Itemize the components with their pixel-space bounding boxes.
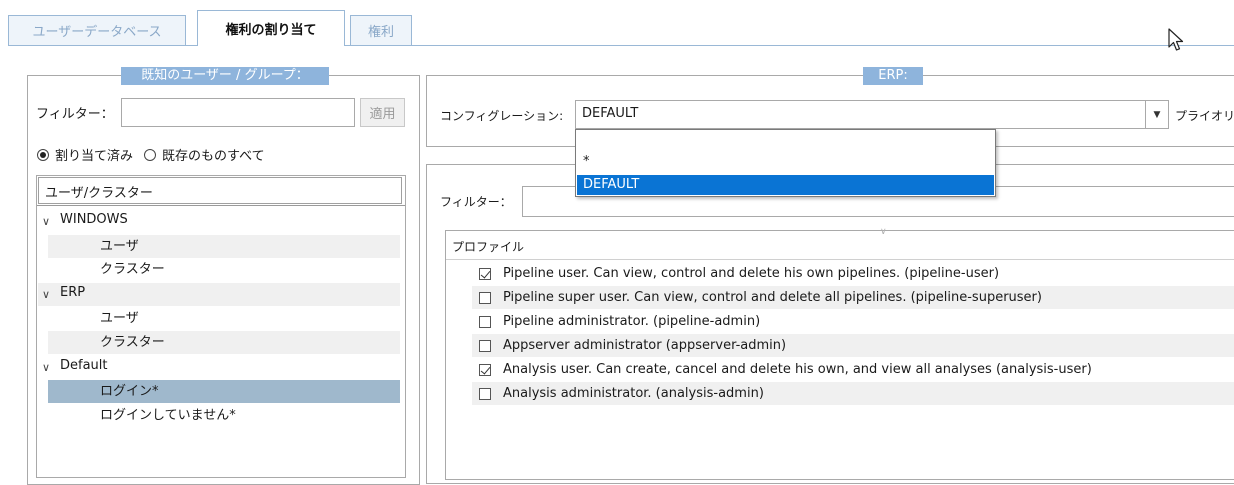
known-users-legend: 既知のユーザー / グループ： <box>121 67 329 85</box>
tree-row[interactable]: ログインしていません* <box>48 404 400 427</box>
dropdown-arrow-button[interactable]: ▼ <box>1145 101 1168 128</box>
dropdown-option-label: * <box>583 154 590 169</box>
profile-checkbox[interactable] <box>479 292 491 304</box>
profile-row[interactable]: Pipeline super user. Can view, control a… <box>472 286 1234 309</box>
tree-node-erp[interactable]: ERP <box>60 285 85 300</box>
chevron-down-icon: ▼ <box>1153 109 1161 120</box>
profile-row[interactable]: Pipeline user. Can view, control and del… <box>472 262 1234 285</box>
tree-node-erp-clusters: クラスター <box>100 335 165 350</box>
tree-row-selected[interactable]: ログイン* <box>48 380 400 403</box>
radio-all-existing-label: 既存のものすべて <box>162 149 265 164</box>
radio-assigned[interactable] <box>37 149 49 161</box>
profile-label: Pipeline super user. Can view, control a… <box>503 290 1042 305</box>
radio-all-existing[interactable] <box>144 149 156 161</box>
profile-row[interactable]: Appserver administrator (appserver-admin… <box>472 334 1234 357</box>
tree-node-login: ログイン* <box>100 384 159 399</box>
dropdown-option[interactable]: * <box>577 152 994 174</box>
configuration-select[interactable]: DEFAULT ▼ <box>575 100 1169 129</box>
apply-button[interactable]: 適用 <box>360 98 405 127</box>
profile-checkbox[interactable] <box>479 340 491 352</box>
profile-checkbox[interactable] <box>479 364 491 376</box>
profile-label: Pipeline administrator. (pipeline-admin) <box>503 314 761 329</box>
tab-strip-divider <box>8 45 1234 46</box>
tree-node-windows[interactable]: WINDOWS <box>60 212 128 227</box>
dropdown-option-selected[interactable]: DEFAULT <box>577 175 994 195</box>
tree-row[interactable]: ユーザ <box>48 307 400 330</box>
tab-label: ユーザーデータベース <box>32 25 162 40</box>
configuration-label: コンフィグレーション: <box>440 109 564 123</box>
profile-checkbox[interactable] <box>479 388 491 400</box>
tree-node-not-logged-in: ログインしていません* <box>100 408 236 423</box>
profile-checkbox[interactable] <box>479 316 491 328</box>
left-filter-label: フィルター： <box>36 107 114 122</box>
chevron-down-icon[interactable]: ∨ <box>42 288 50 301</box>
tree-header-label: ユーザ/クラスター <box>45 186 153 201</box>
profile-row[interactable]: Pipeline administrator. (pipeline-admin) <box>472 310 1234 333</box>
tab-user-database[interactable]: ユーザーデータベース <box>8 15 186 45</box>
erp-legend: ERP: <box>863 67 923 85</box>
configuration-value: DEFAULT <box>582 106 639 121</box>
mouse-cursor-icon <box>1168 28 1184 51</box>
tree-node-default[interactable]: Default <box>60 358 108 373</box>
tab-label: 権利 <box>367 25 394 40</box>
configuration-dropdown-list: * DEFAULT <box>575 129 996 197</box>
tree-row[interactable] <box>38 283 400 306</box>
tree-row[interactable]: クラスター <box>48 258 400 281</box>
sort-indicator-icon: ∨ <box>880 227 887 237</box>
profile-row[interactable]: Analysis administrator. (analysis-admin) <box>472 382 1234 405</box>
priority-label: プライオリテ <box>1175 109 1234 123</box>
tab-label: 権利の割り当て <box>225 23 317 38</box>
radio-assigned-label: 割り当て済み <box>55 149 134 164</box>
profile-label: Analysis administrator. (analysis-admin) <box>503 386 764 401</box>
profile-label: Analysis user. Can create, cancel and de… <box>503 362 1092 377</box>
tree-node-windows-clusters: クラスター <box>100 262 165 277</box>
chevron-down-icon[interactable]: ∨ <box>42 361 50 374</box>
profile-checkbox[interactable] <box>479 268 491 280</box>
chevron-down-icon[interactable]: ∨ <box>42 215 50 228</box>
tree-row[interactable]: ユーザ <box>48 235 400 258</box>
tree-node-erp-users: ユーザ <box>100 311 139 326</box>
profile-table-header[interactable] <box>446 231 1234 260</box>
left-filter-input[interactable] <box>121 98 355 127</box>
tab-rights[interactable]: 権利 <box>350 15 412 45</box>
right-filter-label: フィルター： <box>440 195 512 209</box>
tree-row[interactable]: クラスター <box>48 331 400 354</box>
tree-node-windows-users: ユーザ <box>100 239 139 254</box>
dropdown-option-label: DEFAULT <box>583 177 640 192</box>
profile-label: Pipeline user. Can view, control and del… <box>503 266 1000 281</box>
profile-header-label: プロファイル <box>452 240 525 254</box>
profile-label: Appserver administrator (appserver-admin… <box>503 338 787 353</box>
tab-rights-assignment[interactable]: 権利の割り当て <box>197 10 345 46</box>
profile-row[interactable]: Analysis user. Can create, cancel and de… <box>472 358 1234 381</box>
